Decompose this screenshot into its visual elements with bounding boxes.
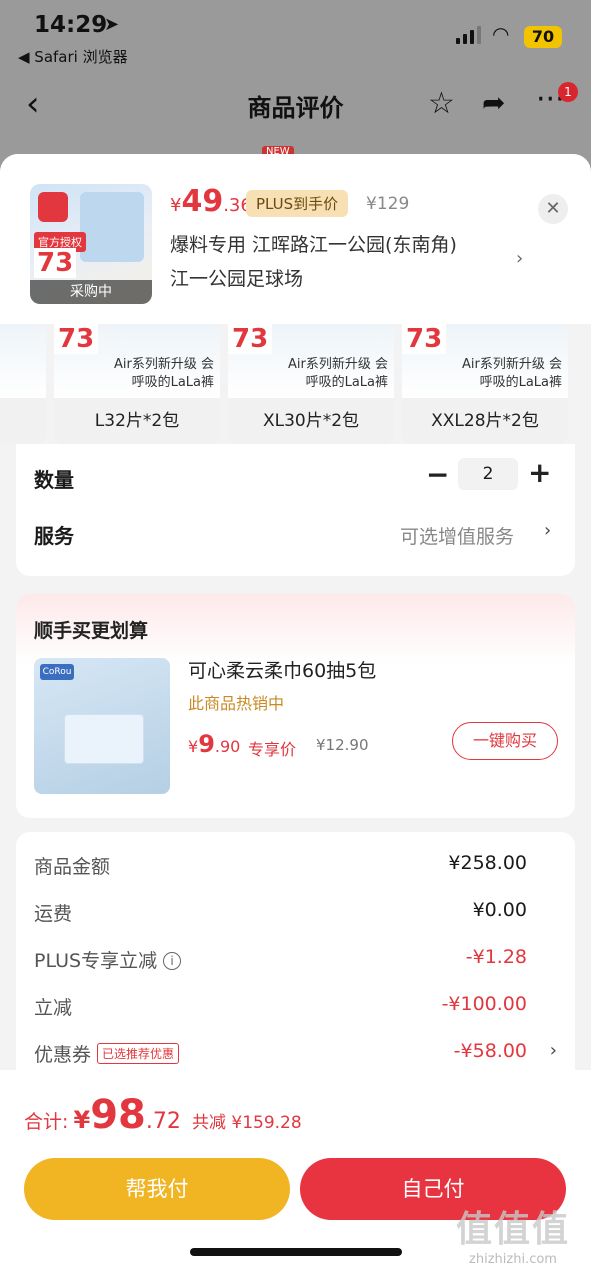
cellular-signal-icon <box>456 26 481 44</box>
summary-label: 商品金额 <box>34 856 111 878</box>
exclusive-price-label: 专享价 <box>248 740 297 759</box>
sku-ad-text: Air系列新升级 会呼吸的LaLa裤 <box>288 357 388 390</box>
total-dec: .72 <box>145 1109 181 1134</box>
price-int: 49 <box>181 184 224 219</box>
upsell-title: 顺手买更划算 <box>34 620 149 642</box>
close-icon[interactable]: ✕ <box>538 194 568 224</box>
price-symbol: ¥ <box>188 737 199 756</box>
summary-label: 优惠券 <box>34 1044 92 1066</box>
sku-card-xxl28[interactable]: 73 Air系列新升级 会呼吸的LaLa裤 XXL28片*2包 <box>402 324 568 444</box>
chevron-right-icon[interactable]: › <box>544 520 551 541</box>
price-int: 9 <box>198 730 215 758</box>
sku-name: XXL28片*2包 <box>431 411 539 431</box>
summary-label-wrap: 优惠券 已选推荐优惠 <box>34 1040 180 1067</box>
chevron-right-icon[interactable]: › <box>550 1040 557 1061</box>
quantity-decrement-button[interactable]: − <box>426 458 449 491</box>
upsell-brand-logo: CoRou <box>40 664 74 680</box>
summary-label: 立减 <box>34 997 73 1019</box>
upsell-card: 顺手买更划算 CoRou 可心柔云柔巾60抽5包 此商品热销中 ¥9.90 专享… <box>16 594 575 818</box>
watermark-url: zhizhizhi.com <box>469 1252 557 1267</box>
summary-row-plus-discount: PLUS专享立减 i -¥1.28 <box>16 938 575 982</box>
product-thumbnail[interactable]: 官方授权 73 采购中 <box>30 184 152 304</box>
order-total: 合计: ¥98.72 共减 ¥159.28 <box>24 1092 302 1138</box>
price-symbol: ¥ <box>170 195 182 216</box>
info-icon[interactable]: i <box>163 952 182 970</box>
total-symbol: ¥ <box>73 1106 91 1134</box>
upsell-product-image[interactable]: CoRou <box>34 658 170 794</box>
checkout-sheet: 官方授权 73 采购中 ¥49.36 PLUS到手价 ¥129 ✕ 爆料专用 江… <box>0 154 591 1280</box>
total-saving: 共减 ¥159.28 <box>191 1113 302 1133</box>
summary-row-subtotal: 商品金额 ¥258.00 <box>16 844 575 888</box>
watermark-logo: 值值值 <box>455 1209 570 1250</box>
star-icon[interactable]: ☆ <box>428 86 455 121</box>
quantity-input[interactable]: 2 <box>458 458 518 490</box>
summary-row-instant-discount: 立减 -¥100.00 <box>16 985 575 1029</box>
home-indicator <box>190 1248 402 1256</box>
upsell-original-price: ¥12.90 <box>316 736 369 754</box>
sku-card-xl30[interactable]: 73 Air系列新升级 会呼吸的LaLa裤 XL30片*2包 <box>228 324 394 444</box>
location-arrow-icon: ➤ <box>104 14 120 35</box>
notification-badge: 1 <box>558 82 578 102</box>
summary-label-wrap: PLUS专享立减 i <box>34 946 182 973</box>
sku-card-partial[interactable] <box>0 324 46 444</box>
sku-image <box>0 324 46 398</box>
total-label: 合计: <box>24 1111 69 1133</box>
upsell-hot-label: 此商品热销中 <box>188 694 285 713</box>
address-line-2[interactable]: 江一公园足球场 <box>170 264 303 291</box>
wifi-icon: ◠ <box>492 22 510 46</box>
service-selector[interactable]: 可选增值服务 <box>400 522 514 549</box>
quantity-label: 数量 <box>34 468 74 492</box>
sku-options: 73 Air系列新升级 会呼吸的LaLa裤 L32片*2包 73 Air系列新升… <box>0 324 591 444</box>
price-summary-card: 商品金额 ¥258.00 运费 ¥0.00 PLUS专享立减 i -¥1.28 立… <box>16 832 575 1092</box>
product-header: 官方授权 73 采购中 ¥49.36 PLUS到手价 ¥129 ✕ 爆料专用 江… <box>0 154 591 324</box>
chevron-right-icon[interactable]: › <box>516 248 523 269</box>
help-me-pay-button[interactable]: 帮我付 <box>24 1158 290 1220</box>
quantity-service-card: 数量 − 2 + 服务 可选增值服务 › <box>16 444 575 576</box>
original-price: ¥129 <box>366 194 410 214</box>
status-time: 14:29 <box>34 12 108 38</box>
thumb-overlay: 采购中 <box>30 280 152 304</box>
sku-card-l32[interactable]: 73 Air系列新升级 会呼吸的LaLa裤 L32片*2包 <box>54 324 220 444</box>
upsell-price: ¥9.90 <box>188 730 240 758</box>
tissue-package-image <box>64 714 144 764</box>
summary-value: ¥258.00 <box>448 852 527 874</box>
quantity-increment-button[interactable]: + <box>528 456 551 489</box>
thumb-price: 73 <box>34 248 77 278</box>
summary-value: -¥100.00 <box>441 993 527 1015</box>
sku-price: 73 <box>402 324 447 354</box>
nav-bar: ‹ 商品评价 ☆ ➦ ··· 1 <box>0 78 591 134</box>
status-bar: 14:29 ➤ ◀ Safari 浏览器 ◠ 70 <box>0 0 591 72</box>
summary-value: ¥0.00 <box>472 899 527 921</box>
price-dec: .90 <box>214 737 241 756</box>
upsell-product-name[interactable]: 可心柔云柔巾60抽5包 <box>188 656 376 683</box>
watermark: 值值值 zhizhizhi.com <box>438 1200 588 1267</box>
coupon-tag: 已选推荐优惠 <box>97 1043 180 1064</box>
back-to-safari-link[interactable]: ◀ Safari 浏览器 <box>18 46 128 67</box>
share-icon[interactable]: ➦ <box>482 86 505 119</box>
summary-label: 运费 <box>34 903 73 925</box>
one-click-buy-button[interactable]: 一键购买 <box>452 722 558 760</box>
summary-value: -¥58.00 <box>453 1040 527 1062</box>
brand-logo-icon <box>38 192 68 222</box>
service-label: 服务 <box>34 524 74 548</box>
sku-ad-text: Air系列新升级 会呼吸的LaLa裤 <box>114 357 214 390</box>
package-image <box>80 192 144 262</box>
sku-name: L32片*2包 <box>94 411 180 431</box>
sku-price: 73 <box>54 324 99 354</box>
address-line-1[interactable]: 爆料专用 江晖路江一公园(东南角) <box>170 230 457 257</box>
battery-icon: 70 <box>524 26 562 48</box>
total-int: 98 <box>90 1092 146 1138</box>
summary-row-shipping: 运费 ¥0.00 <box>16 891 575 935</box>
product-price: ¥49.36 <box>170 184 252 219</box>
sku-name: XL30片*2包 <box>262 411 360 431</box>
plus-price-tag: PLUS到手价 <box>246 190 349 217</box>
sku-price: 73 <box>228 324 273 354</box>
sku-ad-text: Air系列新升级 会呼吸的LaLa裤 <box>462 357 562 390</box>
summary-label: PLUS专享立减 <box>34 950 158 972</box>
summary-value: -¥1.28 <box>465 946 527 968</box>
